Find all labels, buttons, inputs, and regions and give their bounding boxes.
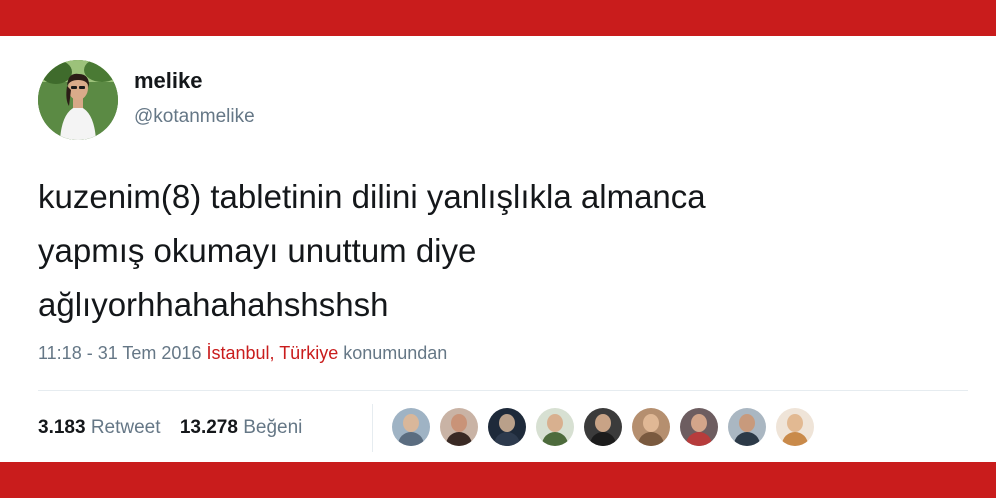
liker-avatar-icon[interactable]: [392, 408, 430, 446]
tweet-text-line: yapmış okumayı unuttum diye: [38, 232, 477, 269]
tweet-text-line: ağlıyorhhahahahshshsh: [38, 286, 389, 323]
liker-avatar-icon[interactable]: [680, 408, 718, 446]
retweet-stat[interactable]: 3.183 Retweet: [38, 417, 161, 439]
top-red-band: [0, 0, 996, 36]
liker-avatar-body: [494, 432, 520, 446]
liker-avatar-icon[interactable]: [632, 408, 670, 446]
liker-avatar-head: [739, 414, 755, 432]
tweet-text: kuzenim(8) tabletinin dilini yanlışlıkla…: [38, 170, 968, 332]
liker-avatar-head: [547, 414, 563, 432]
liker-avatar-head: [787, 414, 803, 432]
liker-avatar-icon[interactable]: [488, 408, 526, 446]
bottom-red-band: [0, 462, 996, 498]
author-handle[interactable]: @kotanmelike: [134, 106, 255, 128]
like-stat[interactable]: 13.278 Beğeni: [180, 417, 303, 439]
liker-avatars: [392, 408, 824, 448]
liker-avatar-icon[interactable]: [728, 408, 766, 446]
tweet-meta: 11:18 - 31 Tem 2016 İstanbul, Türkiye ko…: [38, 343, 447, 364]
author-avatar[interactable]: [38, 60, 118, 140]
tweet-card: melike @kotanmelike kuzenim(8) tabletini…: [0, 36, 996, 462]
tweet-stats: 3.183 Retweet 13.278 Beğeni: [38, 417, 316, 439]
author-display-name[interactable]: melike: [134, 68, 203, 94]
liker-avatar-body: [734, 432, 760, 446]
liker-avatar-head: [499, 414, 515, 432]
liker-avatar-head: [403, 414, 419, 432]
liker-avatar-body: [686, 432, 712, 446]
liker-avatar-head: [595, 414, 611, 432]
retweet-label: Retweet: [90, 417, 161, 438]
like-label: Beğeni: [243, 417, 303, 438]
liker-avatar-icon[interactable]: [584, 408, 622, 446]
liker-avatar-head: [451, 414, 467, 432]
liker-avatar-icon[interactable]: [440, 408, 478, 446]
liker-avatar-body: [542, 432, 568, 446]
liker-avatar-icon[interactable]: [536, 408, 574, 446]
profile-photo-icon: [38, 60, 118, 140]
stats-vertical-divider: [372, 404, 373, 452]
liker-avatar-head: [691, 414, 707, 432]
liker-avatar-body: [638, 432, 664, 446]
liker-avatar-body: [398, 432, 424, 446]
like-count: 13.278: [179, 417, 238, 438]
retweet-count: 3.183: [38, 417, 86, 438]
stats-divider: [38, 390, 968, 391]
liker-avatar-icon[interactable]: [776, 408, 814, 446]
liker-avatar-body: [446, 432, 472, 446]
liker-avatar-body: [782, 432, 808, 446]
liker-avatar-head: [643, 414, 659, 432]
tweet-timestamp[interactable]: 11:18 - 31 Tem 2016: [38, 343, 201, 363]
tweet-location-link[interactable]: İstanbul, Türkiye: [206, 343, 338, 363]
tweet-text-line: kuzenim(8) tabletinin dilini yanlışlıkla…: [38, 178, 706, 215]
tweet-location-suffix: konumundan: [343, 343, 448, 363]
liker-avatar-body: [590, 432, 616, 446]
